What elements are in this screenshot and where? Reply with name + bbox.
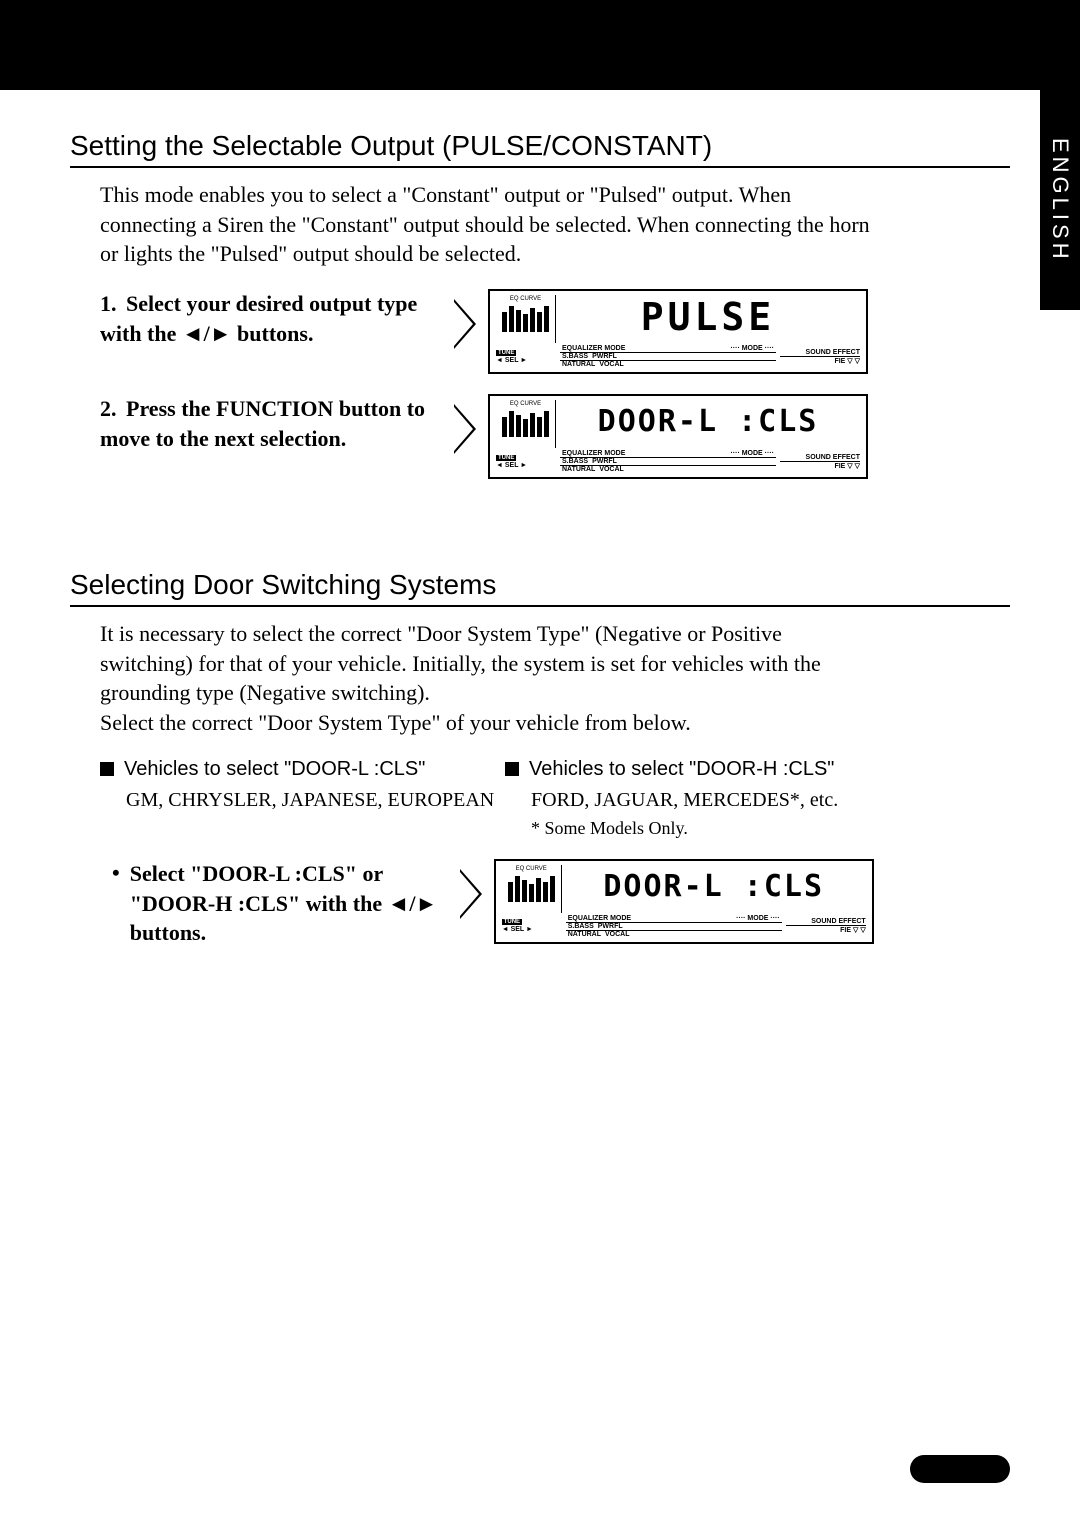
pwrfl-label: PWRFL [592,458,617,465]
step-1-num: 1. [100,289,126,319]
column-door-h: Vehicles to select "DOOR-H :CLS" FORD, J… [505,758,910,839]
bullet-dot-icon: • [112,859,120,888]
language-tab: ENGLISH [1040,90,1080,310]
col-h-footnote: * Some Models Only. [531,818,910,839]
vocal-label: VOCAL [599,361,624,368]
lcd-text-1: PULSE [556,295,860,343]
section2-intro: It is necessary to select the correct "D… [100,619,1010,738]
section2-heading: Selecting Door Switching Systems [70,569,1010,607]
step-1-row: 1.Select your desired output type with t… [100,289,1010,374]
sound-effect-label: SOUND EFFECT [780,349,860,357]
vehicle-columns: Vehicles to select "DOOR-L :CLS" GM, CHR… [100,758,1010,839]
step-1-text: 1.Select your desired output type with t… [100,289,450,348]
eqm-label: EQUALIZER MODE [562,345,625,352]
natural-label: NATURAL [568,931,601,938]
lcd-text-3: DOOR-L :CLS [562,865,866,913]
pwrfl-label: PWRFL [592,353,617,360]
tune-label: TUNE [496,455,516,461]
sbass-label: S.BASS [562,353,588,360]
square-bullet-icon [505,762,519,776]
bullet-step-text: Select "DOOR-L :CLS" or "DOOR-H :CLS" wi… [130,859,440,948]
pointer-triangle-icon [460,869,482,919]
fie-label: FIE ▽ ▽ [780,357,860,365]
eq-curve-label: EQ CURVE [498,401,553,407]
col-l-heading: Vehicles to select "DOOR-L :CLS" [100,758,505,781]
display-door-1: EQ CURVE DOOR-L :CLS TUNE ◄ SEL ► EQUALI… [488,394,868,479]
col-l-heading-text: Vehicles to select "DOOR-L :CLS" [124,758,425,780]
col-l-body: GM, CHRYSLER, JAPANESE, EUROPEAN [126,787,505,814]
pointer-triangle-icon [454,404,476,454]
tune-label: TUNE [496,350,516,356]
step-2-body: Press the FUNCTION button to move to the… [100,396,425,451]
col-h-heading-text: Vehicles to select "DOOR-H :CLS" [529,758,834,780]
page-footer-pill [910,1455,1010,1483]
lcd-text-2: DOOR-L :CLS [556,400,860,448]
vocal-label: VOCAL [599,466,624,473]
section1-heading: Setting the Selectable Output (PULSE/CON… [70,130,1010,168]
section1-intro: This mode enables you to select a "Const… [100,180,1010,269]
natural-label: NATURAL [562,466,595,473]
display-pulse: EQ CURVE PULSE TUNE ◄ SEL ► EQUALIZER MO… [488,289,868,374]
eq-curve-label: EQ CURVE [498,296,553,302]
step-1-body: Select your desired output type with the… [100,291,417,346]
page-content: Setting the Selectable Output (PULSE/CON… [0,90,1080,948]
sel-label: ◄ SEL ► [496,462,556,469]
square-bullet-icon [100,762,114,776]
eq-curve-box: EQ CURVE [502,865,562,913]
pointer-triangle-icon [454,299,476,349]
mode-label: ···· MODE ···· [730,450,774,457]
sbass-label: S.BASS [568,923,594,930]
col-h-body: FORD, JAGUAR, MERCEDES*, etc. [531,787,910,814]
vocal-label: VOCAL [605,931,630,938]
eq-curve-label: EQ CURVE [504,866,559,872]
column-door-l: Vehicles to select "DOOR-L :CLS" GM, CHR… [100,758,505,839]
step-2-num: 2. [100,394,126,424]
sbass-label: S.BASS [562,458,588,465]
step-2-row: 2.Press the FUNCTION button to move to t… [100,394,1010,479]
bullet-step-row: • Select "DOOR-L :CLS" or "DOOR-H :CLS" … [112,859,1010,948]
sel-label: ◄ SEL ► [502,926,562,933]
eqm-label: EQUALIZER MODE [562,450,625,457]
sel-label: ◄ SEL ► [496,357,556,364]
eq-curve-box: EQ CURVE [496,400,556,448]
tune-label: TUNE [502,919,522,925]
sound-effect-label: SOUND EFFECT [786,918,866,926]
col-h-heading: Vehicles to select "DOOR-H :CLS" [505,758,910,781]
sound-effect-label: SOUND EFFECT [780,454,860,462]
mode-label: ···· MODE ···· [736,915,780,922]
eq-curve-box: EQ CURVE [496,295,556,343]
top-black-bar [0,0,1080,90]
natural-label: NATURAL [562,361,595,368]
mode-label: ···· MODE ···· [730,345,774,352]
step-2-text: 2.Press the FUNCTION button to move to t… [100,394,450,453]
eqm-label: EQUALIZER MODE [568,915,631,922]
display-door-2: EQ CURVE DOOR-L :CLS TUNE ◄ SEL ► EQUALI… [494,859,874,944]
pwrfl-label: PWRFL [598,923,623,930]
fie-label: FIE ▽ ▽ [786,926,866,934]
fie-label: FIE ▽ ▽ [780,462,860,470]
